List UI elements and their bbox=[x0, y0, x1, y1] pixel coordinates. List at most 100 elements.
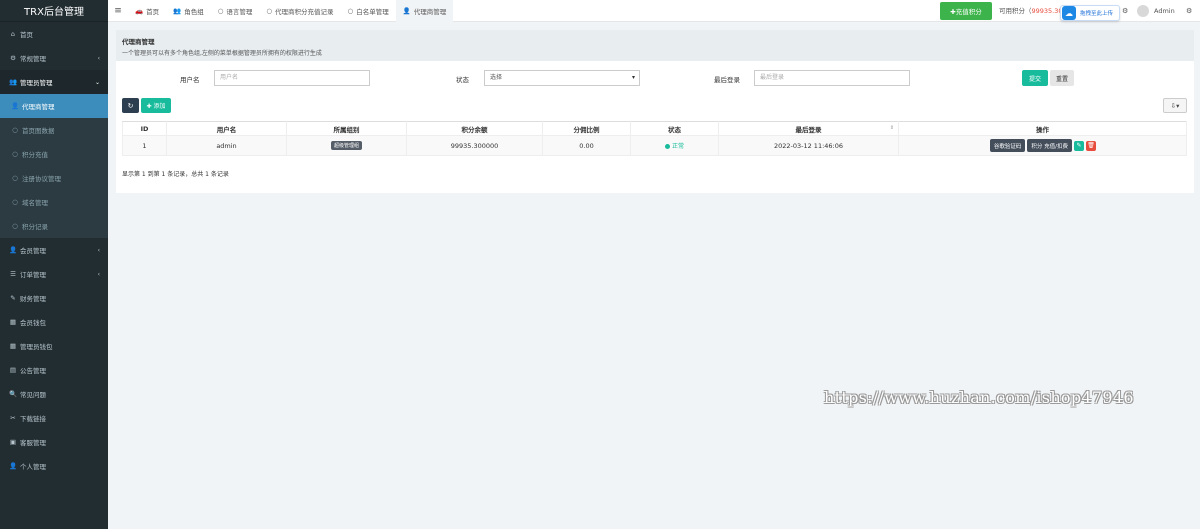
add-button[interactable]: ✚ 添加 bbox=[141, 98, 171, 113]
admin-name[interactable]: Admin bbox=[1154, 0, 1175, 22]
column-header-username[interactable]: 用户名 bbox=[166, 121, 287, 136]
last-login-label: 最后登录 bbox=[714, 76, 740, 84]
export-icon[interactable]: ⇩▾ bbox=[1163, 98, 1187, 113]
reset-button[interactable]: 重置 bbox=[1050, 70, 1074, 86]
column-header-group[interactable]: 所属组别 bbox=[286, 121, 407, 136]
sidebar-item-home[interactable]: ⌂ 首页 bbox=[0, 22, 108, 46]
sidebar-item-finance[interactable]: ✎ 财务管理 bbox=[0, 286, 108, 310]
tab-agent-recharge-log[interactable]: ○ 代理商积分充值记录 bbox=[259, 0, 340, 22]
sidebar-item-home-data[interactable]: ○ 首页图数据 bbox=[0, 118, 108, 142]
sidebar-item-download[interactable]: ✂ 下载链接 bbox=[0, 406, 108, 430]
sidebar-item-admin-wallet[interactable]: ▦ 管理员钱包 bbox=[0, 334, 108, 358]
sidebar-item-members[interactable]: 👤 会员管理 ‹ bbox=[0, 238, 108, 262]
sidebar-item-label: 订单管理 bbox=[20, 271, 46, 279]
status-select-value: 选择 bbox=[490, 74, 503, 81]
sidebar-menu: ⌂ 首页 ⚙ 常规管理 ‹ 👥 管理员管理 ⌄ 👤 代理商管理 ○ 首页图数据 ○ 积分充值 ○… bbox=[0, 22, 108, 478]
tab-label: 代理商管理 bbox=[413, 7, 447, 16]
recharge-points-button[interactable]: ✚充值积分 bbox=[940, 2, 992, 20]
sidebar-item-profile[interactable]: 👤 个人管理 bbox=[0, 454, 108, 478]
username-input[interactable]: 用户名 bbox=[214, 70, 370, 86]
delete-icon[interactable]: 🗑 bbox=[1086, 140, 1096, 151]
gear-icon[interactable]: ⚙ bbox=[1186, 0, 1192, 22]
user-icon: 👤 bbox=[8, 462, 18, 470]
sidebar-item-faq[interactable]: 🔍 常见问题 bbox=[0, 382, 108, 406]
points-label: 可用积分（ bbox=[999, 7, 1032, 15]
sidebar-item-label: 积分充值 bbox=[22, 151, 48, 159]
sidebar-item-label: 域名管理 bbox=[22, 199, 48, 207]
user-icon: 👤 bbox=[402, 6, 411, 15]
points-recharge-button[interactable]: 积分 充值/扣费 bbox=[1027, 139, 1072, 152]
circle-icon: ○ bbox=[12, 150, 18, 158]
circle-icon: ○ bbox=[217, 6, 224, 15]
tab-whitelist[interactable]: ○ 白名单管理 bbox=[341, 0, 396, 22]
cell-username: admin bbox=[166, 135, 287, 156]
user-icon: 👤 bbox=[8, 246, 18, 254]
chevron-left-icon: ‹ bbox=[97, 246, 100, 254]
circle-icon: ○ bbox=[266, 6, 273, 15]
sidebar-item-label: 客服管理 bbox=[20, 439, 46, 447]
circle-icon: ○ bbox=[12, 174, 18, 182]
column-header-ratio[interactable]: 分佣比例 bbox=[542, 121, 631, 136]
search-form: 用户名 用户名 状态 选择 ▾ 最后登录 最后登录 提交 重置 bbox=[116, 70, 1194, 88]
sidebar-item-recharge[interactable]: ○ 积分充值 bbox=[0, 142, 108, 166]
column-header-last-login[interactable]: 最后登录 ⇕ bbox=[718, 121, 899, 136]
sidebar-item-label: 个人管理 bbox=[20, 463, 46, 471]
tab-home[interactable]: 🚗 首页 bbox=[128, 0, 166, 22]
username-label: 用户名 bbox=[180, 76, 200, 84]
upload-label: 拖拽至此上传 bbox=[1080, 11, 1114, 17]
sidebar-item-agreement[interactable]: ○ 注册协议管理 bbox=[0, 166, 108, 190]
sidebar-item-label: 注册协议管理 bbox=[22, 175, 61, 183]
sidebar-item-service[interactable]: ▣ 客服管理 bbox=[0, 430, 108, 454]
google-auth-button[interactable]: 谷歌验证码 bbox=[989, 139, 1026, 152]
column-header-status[interactable]: 状态 bbox=[630, 121, 719, 136]
cell-actions: 谷歌验证码 积分 充值/扣费 ✎ 🗑 bbox=[898, 135, 1187, 156]
sidebar-item-label: 会员管理 bbox=[20, 247, 46, 255]
submit-button[interactable]: 提交 bbox=[1022, 70, 1048, 86]
sidebar-item-points-log[interactable]: ○ 积分记录 bbox=[0, 214, 108, 238]
sort-icon[interactable]: ⇕ bbox=[890, 125, 894, 131]
sidebar-item-orders[interactable]: ☰ 订单管理 ‹ bbox=[0, 262, 108, 286]
chevron-down-icon: ⌄ bbox=[94, 78, 100, 86]
column-header-id[interactable]: ID bbox=[122, 121, 167, 136]
sidebar-item-label: 常规管理 bbox=[20, 55, 46, 63]
home-icon: ⌂ bbox=[10, 30, 16, 38]
sidebar: TRX后台管理 ⌂ 首页 ⚙ 常规管理 ‹ 👥 管理员管理 ⌄ 👤 代理商管理 ○ 首页图数据… bbox=[0, 0, 108, 529]
sidebar-item-label: 常见问题 bbox=[20, 391, 46, 399]
cell-id: 1 bbox=[122, 135, 167, 156]
tab-roles[interactable]: 👥 角色组 bbox=[166, 0, 211, 22]
table-header-row: ID 用户名 所属组别 积分余额 分佣比例 状态 最后登录 ⇕ 操作 bbox=[122, 121, 1187, 136]
circle-icon: ○ bbox=[347, 6, 354, 15]
tab-label: 白名单管理 bbox=[356, 7, 389, 16]
sidebar-item-domain[interactable]: ○ 域名管理 bbox=[0, 190, 108, 214]
watermark: https://www.huzhan.com/ishop47946 bbox=[824, 388, 1134, 407]
sidebar-item-agent[interactable]: 👤 代理商管理 bbox=[0, 94, 108, 118]
column-header-balance[interactable]: 积分余额 bbox=[406, 121, 543, 136]
avatar[interactable] bbox=[1137, 5, 1149, 17]
refresh-icon[interactable]: ↻ bbox=[122, 98, 139, 113]
sidebar-item-admin[interactable]: 👥 管理员管理 ⌄ bbox=[0, 70, 108, 94]
app-logo[interactable]: TRX后台管理 bbox=[0, 0, 108, 22]
available-points: 可用积分（99935.30 bbox=[999, 0, 1063, 22]
last-login-input[interactable]: 最后登录 bbox=[754, 70, 910, 86]
tab-language[interactable]: ○ 语言管理 bbox=[211, 0, 260, 22]
status-select[interactable]: 选择 ▾ bbox=[484, 70, 640, 86]
sidebar-item-member-wallet[interactable]: ▦ 会员钱包 bbox=[0, 310, 108, 334]
sidebar-item-general[interactable]: ⚙ 常规管理 ‹ bbox=[0, 46, 108, 70]
list-icon: ☰ bbox=[10, 270, 16, 278]
drag-upload-widget[interactable]: ☁ 拖拽至此上传 bbox=[1060, 5, 1120, 21]
settings-icon[interactable]: ⚙ bbox=[1122, 0, 1128, 22]
sidebar-item-label: 公告管理 bbox=[20, 367, 46, 375]
group-badge: 超级管理组 bbox=[330, 141, 362, 150]
user-icon: 👤 bbox=[10, 102, 20, 110]
chevron-left-icon: ‹ bbox=[97, 54, 100, 62]
scissors-icon: ✂ bbox=[10, 414, 16, 422]
menu-toggle-icon[interactable]: ≡ bbox=[108, 6, 128, 16]
cell-status: 正常 bbox=[630, 135, 719, 156]
edit-icon[interactable]: ✎ bbox=[1074, 140, 1084, 151]
cell-balance: 99935.300000 bbox=[406, 135, 543, 156]
notice-icon: ▤ bbox=[9, 366, 17, 374]
sidebar-item-label: 管理员管理 bbox=[20, 79, 53, 87]
circle-icon: ○ bbox=[12, 198, 18, 206]
tab-agent[interactable]: 👤 代理商管理 bbox=[395, 0, 454, 22]
sidebar-item-notice[interactable]: ▤ 公告管理 bbox=[0, 358, 108, 382]
